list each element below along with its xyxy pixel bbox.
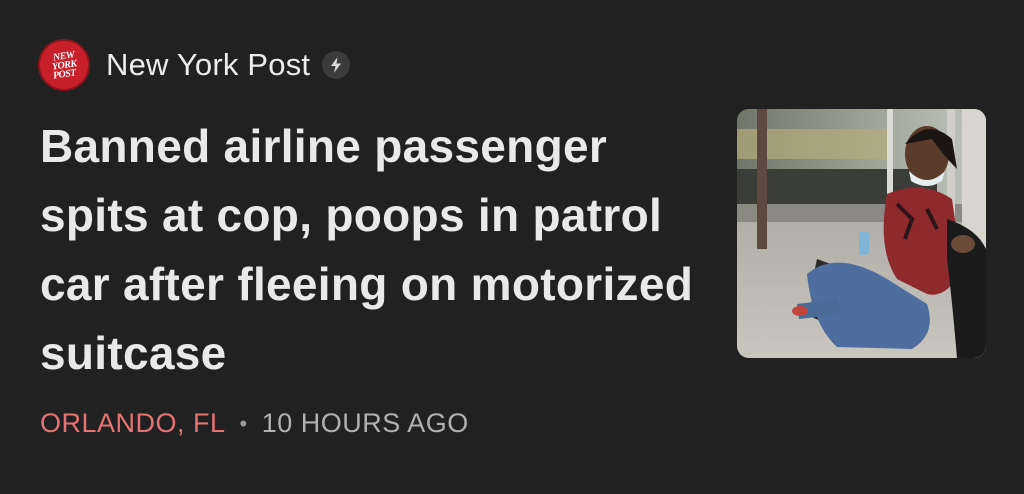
headline[interactable]: Banned airline passenger spits at cop, p… bbox=[40, 112, 720, 388]
article-thumbnail[interactable] bbox=[737, 109, 986, 358]
thumbnail-image bbox=[737, 109, 986, 358]
timestamp: 10 HOURS AGO bbox=[261, 408, 469, 438]
publisher-name[interactable]: New York Post bbox=[106, 47, 310, 83]
article-meta: ORLANDO, FL • 10 HOURS AGO bbox=[40, 408, 469, 439]
location-label: ORLANDO, FL bbox=[40, 408, 226, 438]
publisher-logo: NEW YORK POST bbox=[38, 39, 90, 91]
meta-separator: • bbox=[239, 410, 248, 436]
lightning-bolt-icon bbox=[322, 51, 351, 79]
source-row[interactable]: NEW YORK POST New York Post bbox=[38, 39, 351, 91]
news-card[interactable]: NEW YORK POST New York Post Banned airli… bbox=[0, 0, 1024, 494]
